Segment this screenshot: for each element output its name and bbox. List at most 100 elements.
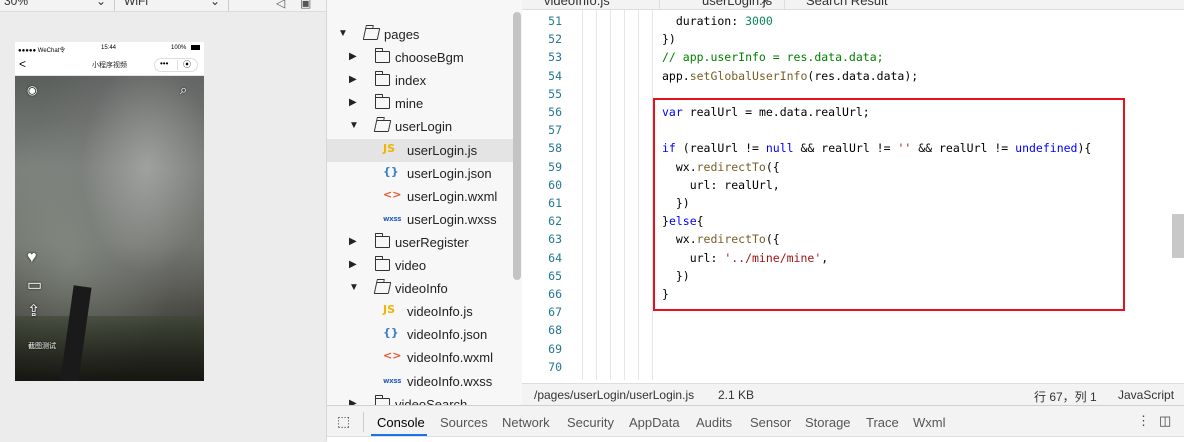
tree-item-pages[interactable]: ▼ pages	[327, 23, 514, 46]
code-editor[interactable]: videoInfo.js userLogin.js × Search Resul…	[522, 0, 1184, 405]
folder-icon	[375, 232, 390, 248]
toolbar-divider	[114, 0, 115, 11]
tab-wxml[interactable]: Wxml	[913, 415, 946, 430]
search-icon[interactable]: ⌕	[180, 82, 187, 98]
dock-icon[interactable]: ◫	[1159, 413, 1171, 429]
folder-open-icon	[362, 28, 381, 40]
chevron-right-icon[interactable]: ▶	[349, 97, 357, 108]
tab-appdata[interactable]: AppData	[629, 415, 680, 430]
tab-network[interactable]: Network	[502, 415, 550, 430]
tab-security[interactable]: Security	[567, 415, 614, 430]
tree-item-videoinfo[interactable]: ▼ videoInfo	[327, 277, 514, 300]
tree-item-videosearch[interactable]: ▶ videoSearch	[327, 393, 514, 405]
more-icon[interactable]: •••	[160, 59, 168, 68]
capsule-button[interactable]: ••• ⦿	[154, 58, 198, 72]
line-number: 51	[548, 14, 562, 28]
zoom-select[interactable]: 30%	[4, 0, 28, 8]
tree-item-userlogin-wxml[interactable]: <> userLogin.wxml	[327, 185, 514, 208]
tab-console[interactable]: Console	[377, 415, 425, 430]
cursor-position[interactable]: 行 67，列 1	[1034, 388, 1097, 405]
tree-item-videoinfo-json[interactable]: {} videoInfo.json	[327, 323, 514, 346]
editor-scrollbar[interactable]	[1172, 214, 1184, 258]
tree-item-label: videoSearch	[395, 396, 468, 405]
video-player[interactable]: ◉ ⌕ ♥ ▭ ⇪ 截图测试 ⌂ ♙	[15, 76, 204, 381]
screenshot-icon[interactable]: ▣	[300, 0, 311, 10]
tree-item-label: chooseBgm	[395, 50, 464, 66]
tree-item-userlogin-wxss[interactable]: wxss userLogin.wxss	[327, 208, 514, 231]
capsule-divider	[177, 60, 178, 70]
tree-item-label: videoInfo.wxml	[407, 350, 493, 366]
inspect-icon[interactable]: ⬚	[337, 413, 350, 430]
code-line[interactable]: duration: 3000	[662, 14, 773, 28]
chevron-down-icon[interactable]: ▼	[349, 120, 359, 131]
folder-open-icon	[373, 120, 392, 133]
time-label: 15:44	[101, 45, 117, 51]
chevron-down-icon[interactable]: ⌄	[96, 0, 106, 8]
camera-icon[interactable]: ◉	[27, 82, 37, 98]
tab-videoinfo-js[interactable]: videoInfo.js	[544, 0, 610, 8]
network-select[interactable]: WiFi	[124, 0, 148, 8]
code-line[interactable]: // app.userInfo = res.data.data;	[662, 50, 884, 64]
tab-storage[interactable]: Storage	[805, 415, 851, 430]
indent-guide	[582, 10, 583, 380]
tab-trace[interactable]: Trace	[866, 415, 899, 430]
line-number: 54	[548, 68, 562, 83]
tree-item-userlogin-json[interactable]: {} userLogin.json	[327, 162, 514, 185]
side-label[interactable]: 截图测试	[28, 341, 56, 351]
tab-search-result[interactable]: Search Result	[806, 0, 888, 8]
tree-item-userlogin-js[interactable]: JS userLogin.js	[327, 138, 514, 162]
chevron-right-icon[interactable]: ▶	[349, 236, 357, 247]
file-size: 2.1 KB	[718, 388, 755, 402]
tree-item-index[interactable]: ▶ index	[327, 69, 514, 92]
tree-item-label: userLogin.wxml	[407, 188, 498, 204]
tab-divider	[659, 0, 660, 9]
indent-guide	[610, 10, 611, 380]
tree-item-video[interactable]: ▶ video	[327, 254, 514, 277]
line-number: 69	[548, 341, 562, 356]
tree-item-label: userLogin.json	[407, 165, 492, 181]
comment-icon[interactable]: ▭	[27, 278, 42, 294]
file-tree-scrollbar[interactable]	[513, 12, 521, 280]
indent-guide	[596, 10, 597, 380]
tab-sources[interactable]: Sources	[440, 415, 488, 430]
tree-item-userlogin[interactable]: ▼ userLogin	[327, 115, 514, 138]
chevron-down-icon[interactable]: ⌄	[210, 0, 220, 8]
chevron-right-icon[interactable]: ▶	[349, 51, 357, 62]
volume-icon[interactable]: ◁	[276, 0, 285, 10]
chevron-right-icon[interactable]: ▶	[349, 259, 357, 270]
phone-nav-bar: < 小程序视频 ••• ⦿	[15, 54, 204, 76]
chevron-right-icon[interactable]: ▶	[349, 74, 357, 85]
tree-item-choosebgm[interactable]: ▶ chooseBgm	[327, 46, 514, 69]
like-icon[interactable]: ♥	[27, 250, 37, 266]
code-line[interactable]: app.setGlobalUserInfo(res.data.data);	[662, 69, 918, 83]
line-number: 62	[548, 214, 562, 229]
console-area[interactable]	[327, 436, 1184, 442]
line-number: 67	[548, 305, 562, 320]
tree-item-videoinfo-wxml[interactable]: <> videoInfo.wxml	[327, 346, 514, 369]
close-icon[interactable]: ⦿	[183, 59, 191, 70]
more-menu-icon[interactable]: ⋮	[1137, 413, 1150, 429]
file-path: /pages/userLogin/userLogin.js	[534, 388, 695, 402]
phone-status-bar: ●●●●● WeChat令 15:44 100%	[15, 42, 204, 54]
share-icon[interactable]: ⇪	[27, 304, 40, 320]
tab-audits[interactable]: Audits	[696, 415, 732, 430]
phone-screen: ●●●●● WeChat令 15:44 100% < 小程序视频 ••• ⦿ ◉…	[15, 42, 204, 381]
chevron-right-icon[interactable]: ▶	[349, 398, 357, 405]
indent-guide	[638, 10, 639, 380]
folder-open-icon	[373, 282, 392, 295]
file-tree: ▼ pages ▶ chooseBgm ▶ index ▶ mine ▼ userLogin JS u…	[327, 0, 522, 405]
line-number: 52	[548, 32, 562, 47]
chevron-down-icon[interactable]: ▼	[338, 28, 348, 39]
tab-sensor[interactable]: Sensor	[750, 415, 791, 430]
tree-item-videoinfo-js[interactable]: JS videoInfo.js	[327, 300, 514, 323]
line-number: 68	[548, 323, 562, 338]
language-mode[interactable]: JavaScript	[1118, 388, 1174, 402]
chevron-down-icon[interactable]: ▼	[349, 282, 359, 293]
code-line[interactable]: })	[662, 32, 676, 46]
tree-item-mine[interactable]: ▶ mine	[327, 92, 514, 115]
tree-item-videoinfo-wxss[interactable]: wxss videoInfo.wxss	[327, 370, 514, 393]
line-number: 63	[548, 232, 562, 247]
tree-item-userregister[interactable]: ▶ userRegister	[327, 231, 514, 254]
tab-close-icon[interactable]: ×	[761, 0, 769, 8]
line-number: 66	[548, 287, 562, 301]
